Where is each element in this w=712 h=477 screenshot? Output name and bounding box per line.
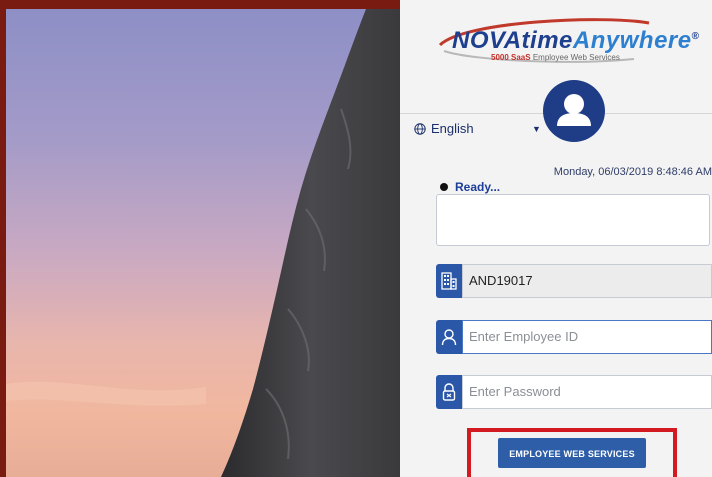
password-field[interactable]: Enter Password bbox=[436, 375, 712, 409]
employee-id-field[interactable]: Enter Employee ID bbox=[436, 320, 712, 354]
employee-id-input[interactable]: Enter Employee ID bbox=[462, 320, 712, 354]
lock-icon bbox=[436, 375, 462, 409]
language-label: English bbox=[431, 121, 474, 136]
message-textarea[interactable] bbox=[436, 194, 710, 246]
password-input[interactable]: Enter Password bbox=[462, 375, 712, 409]
status-indicator: Ready... bbox=[440, 180, 500, 194]
window-frame: NOVAtimeAnywhere® 5000 SaaS Employee Web… bbox=[0, 0, 712, 477]
logo-tagline-text: Employee Web Services bbox=[532, 53, 620, 62]
company-field[interactable]: AND19017 bbox=[436, 264, 712, 298]
current-datetime: Monday, 06/03/2019 8:48:46 AM bbox=[553, 166, 712, 178]
logo-brand-accent: Anywhere bbox=[572, 27, 692, 54]
login-panel: NOVAtimeAnywhere® 5000 SaaS Employee Web… bbox=[400, 0, 712, 477]
avatar bbox=[543, 80, 605, 142]
logo-tagline-bold: 5000 SaaS bbox=[491, 53, 531, 62]
building-icon bbox=[436, 264, 462, 298]
chevron-down-icon[interactable]: ▼ bbox=[532, 124, 541, 134]
registered-mark: ® bbox=[691, 31, 700, 42]
logo-wordmark: NOVAtimeAnywhere® bbox=[452, 27, 699, 55]
company-code-input[interactable]: AND19017 bbox=[462, 264, 712, 298]
user-icon bbox=[436, 320, 462, 354]
status-dot-icon bbox=[440, 183, 448, 191]
cliff-scene bbox=[6, 9, 400, 477]
user-avatar-icon bbox=[557, 94, 591, 126]
background-image bbox=[6, 9, 400, 477]
logo-brand-main: NOVAtime bbox=[452, 27, 573, 54]
employee-web-services-button[interactable]: EMPLOYEE WEB SERVICES bbox=[498, 438, 646, 468]
novatime-logo: NOVAtimeAnywhere® 5000 SaaS Employee Web… bbox=[434, 15, 712, 73]
globe-icon bbox=[414, 122, 426, 135]
language-selector[interactable]: English bbox=[414, 121, 474, 136]
status-text: Ready... bbox=[455, 180, 501, 194]
logo-tagline: 5000 SaaS Employee Web Services bbox=[491, 53, 620, 62]
